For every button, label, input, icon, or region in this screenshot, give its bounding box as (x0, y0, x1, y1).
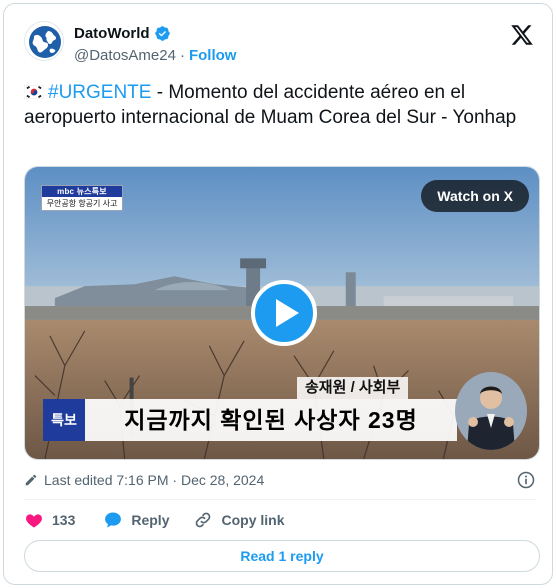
tweet-text: #URGENTE - Momento del accidente aéreo e… (24, 80, 524, 130)
follow-button[interactable]: Follow (189, 47, 237, 64)
tweet-actions: 133 Reply Copy link (24, 509, 285, 531)
tweet-card: DatoWorld @DatosAme24 · Follow #URGENTE … (3, 3, 553, 585)
avatar[interactable] (24, 21, 64, 61)
broadcast-badge-title: mbc 뉴스특보 (42, 186, 122, 197)
copy-link-label: Copy link (221, 512, 285, 528)
watch-on-x-button[interactable]: Watch on X (421, 180, 529, 212)
like-count: 133 (52, 512, 76, 528)
author-names: DatoWorld @DatosAme24 · Follow (74, 23, 236, 65)
tweet-meta: Last edited 7:16 PM · Dec 28, 2024 (24, 470, 536, 490)
read-replies-button[interactable]: Read 1 reply (24, 540, 540, 572)
like-button[interactable]: 133 (24, 510, 75, 530)
hashtag-link[interactable]: #URGENTE (48, 82, 151, 103)
last-edited-timestamp[interactable]: Last edited 7:16 PM · Dec 28, 2024 (44, 472, 264, 488)
reply-label: Reply (131, 512, 170, 528)
interpreter-figure (467, 386, 515, 450)
play-icon (276, 299, 299, 327)
divider (24, 499, 536, 500)
tweet-header: DatoWorld @DatosAme24 · Follow (24, 21, 536, 65)
pencil-icon (25, 474, 37, 486)
verified-badge-icon (154, 25, 170, 41)
play-button[interactable] (251, 280, 317, 346)
reply-button[interactable]: Reply (103, 510, 169, 530)
globe-icon (29, 26, 61, 58)
south-korea-flag-icon (24, 85, 44, 99)
broadcast-badge-subtitle: 무안공항 항공기 사고 (46, 199, 118, 208)
reply-bubble-icon (105, 512, 122, 528)
x-logo-icon[interactable] (510, 23, 534, 47)
info-icon[interactable] (516, 470, 536, 490)
copy-link-button[interactable]: Copy link (193, 510, 285, 530)
reporter-caption: 송재원 / 사회부 (297, 377, 409, 399)
broadcast-badge: mbc 뉴스특보 무안공항 항공기 사고 (41, 185, 123, 211)
user-handle[interactable]: @DatosAme24 (74, 47, 176, 64)
video-player[interactable]: mbc 뉴스특보 무안공항 항공기 사고 Watch on X 송재원 / 사회… (24, 166, 540, 460)
link-icon (196, 512, 211, 528)
news-headline-caption: 지금까지 확인된 사상자 23명 (85, 399, 457, 441)
heart-icon (26, 514, 42, 528)
separator-dot: · (179, 46, 185, 64)
breaking-news-label: 특보 (43, 399, 85, 441)
sign-language-interpreter (455, 372, 527, 450)
display-name[interactable]: DatoWorld (74, 25, 150, 42)
